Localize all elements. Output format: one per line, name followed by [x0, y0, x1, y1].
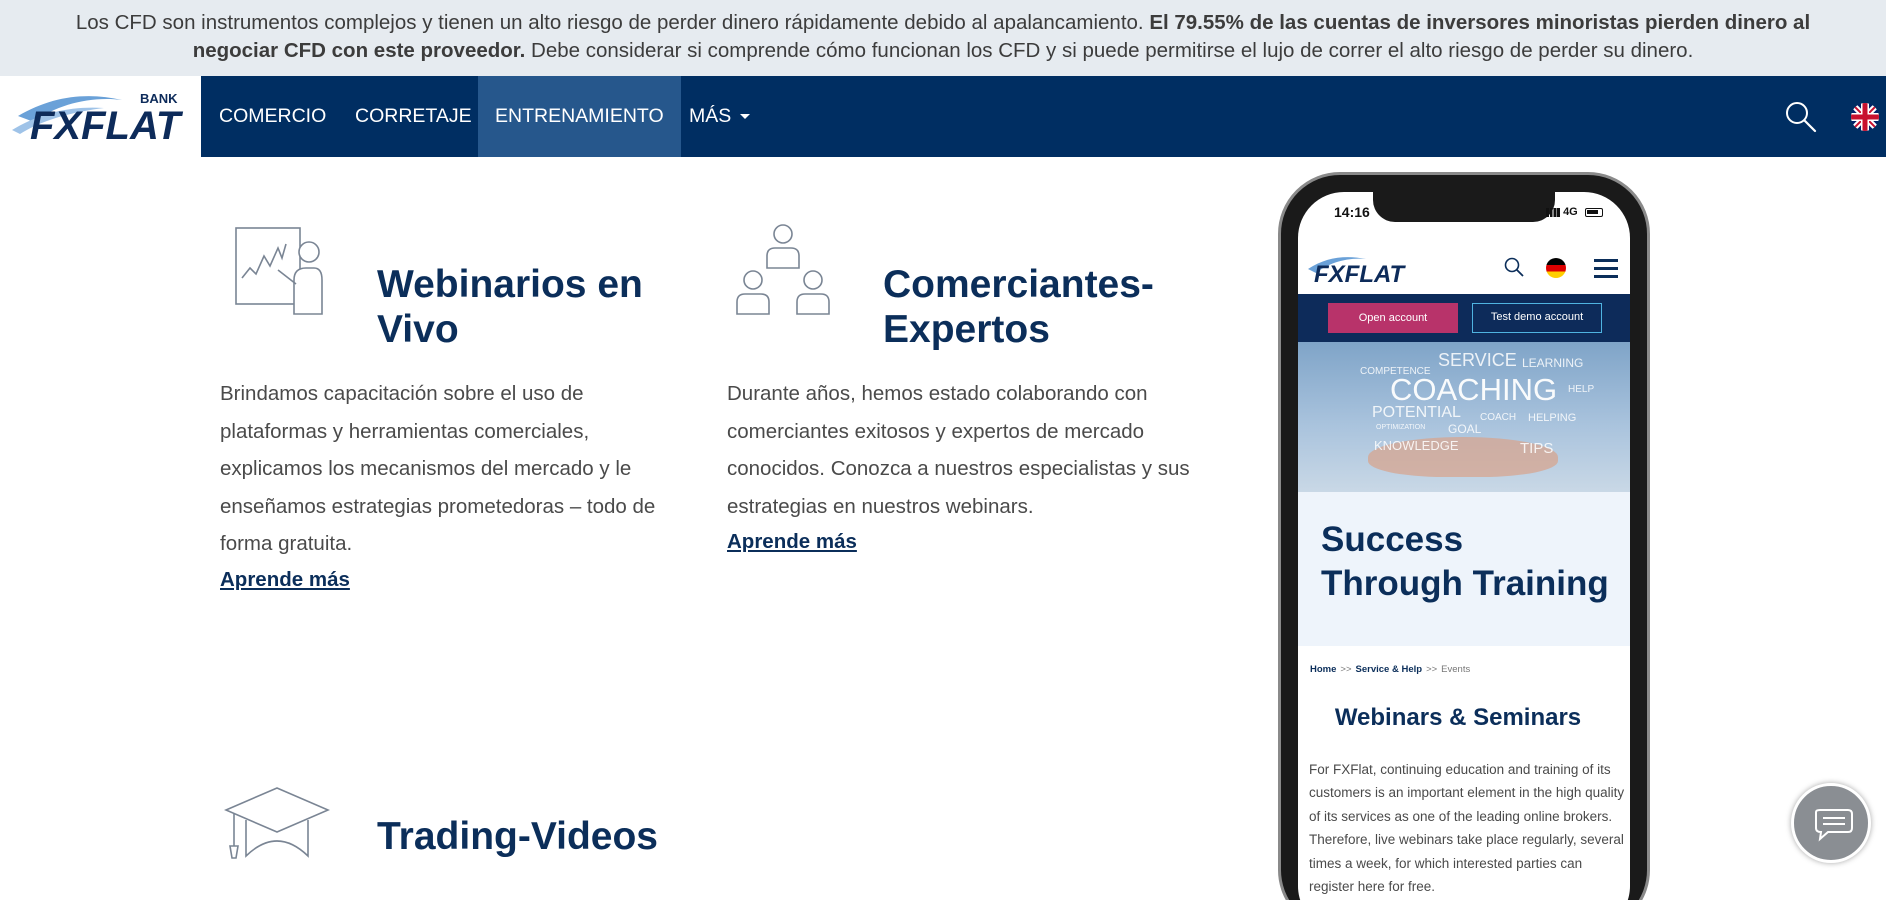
risk-warning-text: Los CFD son instrumentos complejos y tie… [75, 11, 1150, 34]
hero-word: COACH [1480, 412, 1517, 423]
nav-item-label: ENTRENAMIENTO [495, 105, 664, 127]
status-network: 4G [1546, 206, 1603, 218]
breadcrumb-home[interactable]: Home [1310, 664, 1336, 675]
feature-title-line: Comerciantes- [883, 263, 1154, 306]
team-icon [735, 222, 831, 321]
hero-word: HELP [1568, 384, 1595, 395]
fxflat-logo: FXFLAT BANK [12, 91, 184, 144]
feature-description-webinarios: Brindamos capacitación sobre el uso de p… [220, 382, 656, 556]
hero-word: HELPING [1528, 412, 1577, 424]
main-navbar: FXFLAT BANK COMERCIO CORRETAJE ENTRENAMI… [0, 76, 1886, 157]
breadcrumb-separator: >> [1340, 664, 1352, 675]
feature-title-webinarios: Webinarios en Vivo [377, 262, 643, 352]
nav-item-corretaje[interactable]: CORRETAJE [338, 76, 489, 157]
mobile-section-title: Webinars & Seminars [1334, 704, 1582, 731]
battery-icon [1584, 207, 1603, 217]
logo-link[interactable]: FXFLAT BANK [0, 76, 201, 157]
nav-item-label: CORRETAJE [355, 105, 472, 127]
nav-item-entrenamiento[interactable]: ENTRENAMIENTO [478, 76, 681, 157]
network-label: 4G [1563, 206, 1578, 218]
learn-more-link-webinarios[interactable]: Aprende más [220, 567, 350, 593]
graduation-cap-icon [223, 786, 331, 865]
svg-text:BANK: BANK [140, 91, 178, 106]
feature-title-trading-videos: Trading-Videos [377, 815, 658, 858]
hero-word: POTENTIAL [1372, 404, 1461, 421]
breadcrumb-separator: >> [1426, 664, 1438, 675]
hero-word: SERVICE [1438, 350, 1517, 370]
feature-description-comerciantes: Durante años, hemos estado colaborando c… [727, 382, 1190, 518]
nav-item-comercio[interactable]: COMERCIO [202, 76, 343, 157]
status-time: 14:16 [1334, 204, 1370, 220]
open-account-button[interactable]: Open account [1328, 303, 1458, 333]
german-flag-icon[interactable] [1546, 258, 1566, 278]
uk-flag-icon[interactable] [1851, 103, 1879, 131]
svg-text:FXFLAT: FXFLAT [30, 104, 184, 144]
hero-word: LEARNING [1522, 356, 1584, 370]
mobile-search-icon[interactable] [1503, 256, 1525, 278]
mobile-fxflat-logo[interactable]: FXFLAT [1306, 253, 1416, 287]
feature-title-comerciantes: Comerciantes- Expertos [883, 262, 1154, 352]
feature-title-line: Expertos [883, 308, 1050, 351]
learn-more-link-comerciantes[interactable]: Aprende más [727, 529, 857, 555]
feature-title-line: Vivo [377, 308, 459, 351]
hero-word: TIPS [1520, 440, 1554, 457]
search-icon[interactable] [1784, 100, 1818, 134]
chat-button[interactable] [1791, 783, 1871, 863]
chat-bubble-icon [1815, 809, 1853, 842]
mobile-breadcrumb: Home >> Service & Help >> Events [1310, 664, 1470, 675]
hero-word: COACHING [1390, 372, 1558, 407]
phone-screen: 14:16 4G FXFLAT Open account Test demo a… [1298, 192, 1630, 900]
mobile-header: FXFLAT [1298, 244, 1630, 294]
phone-mockup: 14:16 4G FXFLAT Open account Test demo a… [1278, 172, 1650, 900]
hero-word: GOAL [1448, 422, 1482, 436]
hero-word: OPTIMIZATION [1376, 424, 1426, 431]
presentation-icon [234, 226, 324, 323]
breadcrumb-events: Events [1441, 664, 1471, 675]
signal-icon [1546, 207, 1560, 217]
risk-warning-text-end: Debe considerar si comprende cómo funcio… [525, 39, 1694, 62]
phone-notch [1373, 192, 1555, 222]
demo-account-button[interactable]: Test demo account [1472, 303, 1602, 333]
coaching-hero-image: SERVICE LEARNING COMPETENCE COACHING HEL… [1298, 342, 1630, 492]
mobile-body-text: For FXFlat, continuing education and tra… [1309, 762, 1625, 895]
mobile-hero-title: Success Through Training [1321, 520, 1609, 603]
hamburger-menu-icon[interactable] [1594, 258, 1620, 280]
risk-warning-banner: Los CFD son instrumentos complejos y tie… [0, 0, 1886, 76]
breadcrumb-service[interactable]: Service & Help [1356, 664, 1423, 675]
hero-word: KNOWLEDGE [1374, 438, 1459, 453]
feature-title-line: Webinarios en [377, 263, 643, 306]
svg-text:FXFLAT: FXFLAT [1314, 261, 1407, 287]
nav-item-label: MÁS [689, 105, 732, 127]
nav-item-mas-dropdown[interactable]: MÁS [672, 76, 767, 157]
mobile-cta-bar: Open account Test demo account [1298, 294, 1630, 342]
caret-down-icon [740, 114, 751, 120]
page: Los CFD son instrumentos complejos y tie… [0, 0, 1886, 900]
nav-item-label: COMERCIO [219, 105, 327, 127]
